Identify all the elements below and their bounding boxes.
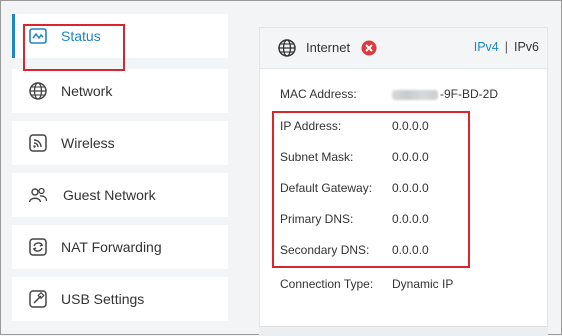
- panel-title: Internet: [306, 40, 351, 55]
- mac-address-value: -9F-BD-2D: [392, 87, 498, 101]
- sidebar-item-label: Guest Network: [63, 187, 156, 203]
- mac-address-label: MAC Address:: [280, 87, 357, 101]
- primary-dns-row: Primary DNS: 0.0.0.0: [280, 212, 540, 230]
- default-gateway-label: Default Gateway:: [280, 181, 373, 195]
- sidebar-item-network[interactable]: Network: [12, 69, 228, 113]
- redacted-mask: [392, 89, 438, 100]
- sidebar-item-label: Network: [61, 83, 113, 99]
- nat-forwarding-icon: [29, 238, 47, 256]
- panel-header: Internet IPv4 | IPv6: [260, 28, 547, 69]
- connection-type-value: Dynamic IP: [392, 277, 454, 291]
- mac-address-suffix: -9F-BD-2D: [440, 87, 499, 101]
- connection-type-label: Connection Type:: [280, 277, 374, 291]
- tab-ipv4[interactable]: IPv4: [474, 40, 499, 54]
- error-icon: [361, 40, 377, 56]
- sidebar-item-label: Status: [61, 28, 101, 44]
- active-indicator: [12, 14, 15, 58]
- tab-ipv6[interactable]: IPv6: [514, 40, 539, 54]
- sidebar-item-nat-forwarding[interactable]: NAT Forwarding: [12, 225, 228, 269]
- subnet-mask-row: Subnet Mask: 0.0.0.0: [280, 150, 540, 168]
- usb-settings-icon: [29, 290, 47, 308]
- wireless-icon: [29, 134, 47, 152]
- primary-dns-label: Primary DNS:: [280, 212, 354, 226]
- internet-panel: Internet IPv4 | IPv6 MAC Address: -9F-BD-2…: [259, 27, 548, 327]
- ip-address-value: 0.0.0.0: [392, 119, 429, 133]
- sidebar-item-guest-network[interactable]: Guest Network: [12, 173, 228, 217]
- ip-address-label: IP Address:: [280, 119, 342, 133]
- ip-version-tabs: IPv4 | IPv6: [474, 40, 539, 54]
- primary-dns-value: 0.0.0.0: [392, 212, 429, 226]
- sidebar-item-status[interactable]: Status: [12, 14, 228, 58]
- ip-address-row: IP Address: 0.0.0.0: [280, 119, 540, 137]
- sidebar-item-wireless[interactable]: Wireless: [12, 121, 228, 165]
- sidebar-item-label: NAT Forwarding: [61, 239, 162, 255]
- secondary-dns-value: 0.0.0.0: [392, 243, 429, 257]
- sidebar-item-label: USB Settings: [61, 291, 145, 307]
- connection-type-row: Connection Type: Dynamic IP: [280, 277, 540, 295]
- status-icon: [29, 28, 47, 44]
- sidebar-item-usb-settings[interactable]: USB Settings: [12, 277, 228, 321]
- globe-icon: [29, 82, 47, 100]
- default-gateway-value: 0.0.0.0: [392, 181, 429, 195]
- secondary-dns-label: Secondary DNS:: [280, 243, 370, 257]
- tab-separator: |: [504, 40, 508, 54]
- sidebar: Status Network Wireless Guest Network NA…: [12, 14, 228, 332]
- mac-address-row: MAC Address: -9F-BD-2D: [280, 87, 540, 105]
- secondary-dns-row: Secondary DNS: 0.0.0.0: [280, 243, 540, 261]
- globe-icon: [278, 39, 296, 57]
- subnet-mask-label: Subnet Mask:: [280, 150, 354, 164]
- guest-network-icon: [28, 187, 48, 203]
- subnet-mask-value: 0.0.0.0: [392, 150, 429, 164]
- sidebar-item-label: Wireless: [61, 135, 115, 151]
- default-gateway-row: Default Gateway: 0.0.0.0: [280, 181, 540, 199]
